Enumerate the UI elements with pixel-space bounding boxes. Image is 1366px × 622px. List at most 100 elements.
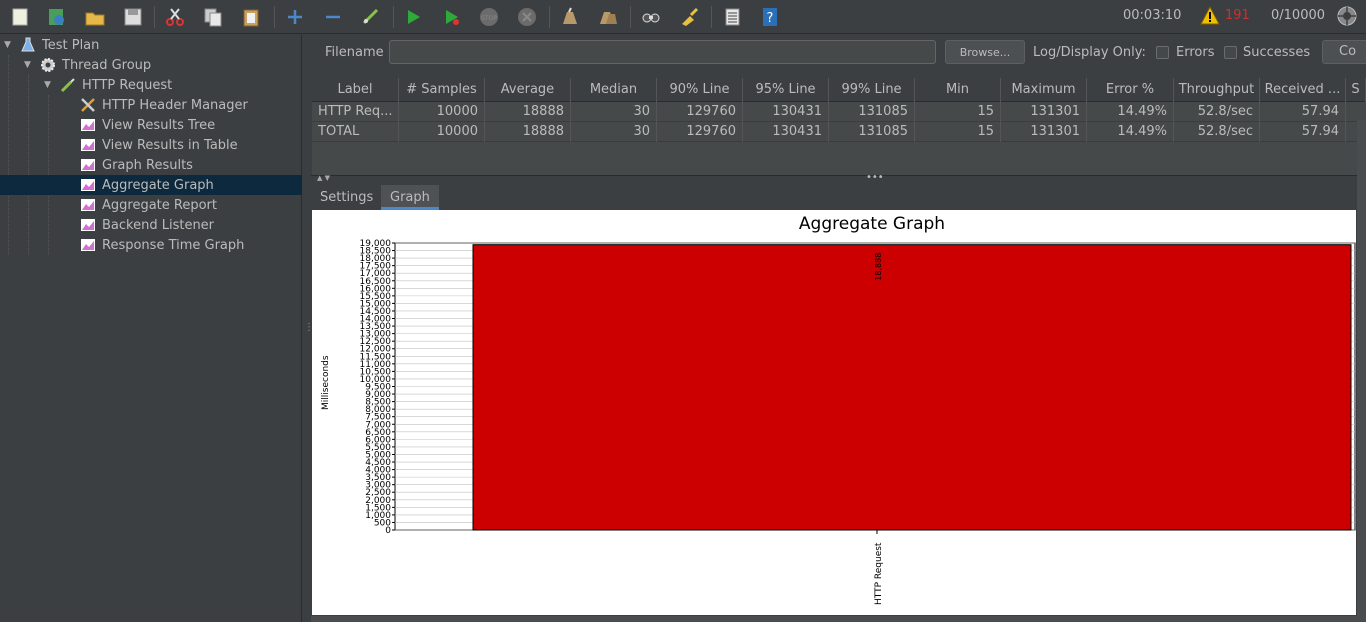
tree-item-aggregate-report[interactable]: Aggregate Report [80, 195, 217, 215]
split-dots-icon[interactable]: ••• [866, 172, 884, 183]
column-header[interactable]: 99% Line [829, 78, 915, 102]
cell-max: 131301 [1001, 102, 1087, 122]
help-icon[interactable]: ? [757, 4, 783, 30]
test-plan-tree: ▼ Test Plan ▼ Thread Group ▼ HTTP Reques… [0, 35, 302, 622]
chevron-down-icon[interactable]: ▼ [44, 80, 54, 90]
chevron-down-icon[interactable]: ▼ [24, 60, 34, 70]
successes-checkbox[interactable] [1224, 46, 1237, 59]
cell-error: 14.49% [1087, 122, 1174, 142]
column-header[interactable]: 90% Line [657, 78, 743, 102]
cut-icon[interactable] [162, 4, 188, 30]
errors-checkbox[interactable] [1156, 46, 1169, 59]
tree-item-aggregate-graph[interactable]: Aggregate Graph [0, 175, 302, 195]
copy-icon[interactable] [200, 4, 226, 30]
tree-item-response-time-graph[interactable]: Response Time Graph [80, 235, 244, 255]
column-header[interactable]: Throughput [1174, 78, 1260, 102]
shutdown-icon[interactable] [514, 4, 540, 30]
chart-icon [81, 219, 95, 231]
log-display-label: Log/Display Only: [1033, 45, 1146, 60]
flask-icon [21, 37, 35, 52]
clear-icon[interactable] [557, 4, 583, 30]
chevron-down-icon[interactable]: ▼ [4, 40, 14, 50]
tab-graph[interactable]: Graph [381, 185, 439, 210]
split-divider[interactable]: ▲ ▼ ••• [311, 172, 1366, 183]
successes-label: Successes [1243, 45, 1311, 60]
cell-throughput: 52.8/sec [1174, 102, 1260, 122]
column-header[interactable]: Received ... [1260, 78, 1346, 102]
vertical-scrollbar[interactable] [1357, 120, 1366, 622]
tree-item-http-header-manager[interactable]: HTTP Header Manager [80, 95, 248, 115]
tree-item-graph-results[interactable]: Graph Results [80, 155, 193, 175]
tree-item-label: Thread Group [62, 57, 152, 73]
search-icon[interactable] [638, 4, 664, 30]
new-icon[interactable] [7, 4, 33, 30]
toggle-icon[interactable] [358, 4, 384, 30]
chart-icon [81, 179, 95, 191]
split-arrows-icon[interactable]: ▲ ▼ [317, 174, 330, 182]
save-icon[interactable] [120, 4, 146, 30]
cell-median: 30 [571, 122, 657, 142]
tab-settings[interactable]: Settings [311, 185, 382, 210]
tree-item-thread-group[interactable]: ▼ Thread Group [24, 55, 151, 75]
tree-item-label: Aggregate Graph [102, 177, 214, 193]
warning-count[interactable]: 191 [1225, 8, 1250, 23]
column-header[interactable]: 95% Line [743, 78, 829, 102]
templates-icon[interactable] [43, 4, 69, 30]
paste-icon[interactable] [238, 4, 264, 30]
tree-item-label: HTTP Header Manager [102, 97, 248, 113]
thread-count: 0/10000 [1271, 8, 1326, 23]
configure-button[interactable]: Co [1322, 40, 1366, 64]
column-header[interactable]: Median [571, 78, 657, 102]
browse-button[interactable]: Browse... [945, 40, 1025, 64]
aggregate-graph-panel: Filename Browse... Log/Display Only: Err… [311, 35, 1366, 622]
category-label: HTTP Request [874, 542, 884, 605]
warning-icon[interactable] [1200, 6, 1220, 26]
column-header[interactable]: # Samples [399, 78, 485, 102]
cell-max: 131301 [1001, 122, 1087, 142]
tree-item-http-request[interactable]: ▼ HTTP Request [44, 75, 172, 95]
chart-icon [81, 199, 95, 211]
reset-search-icon[interactable] [676, 4, 702, 30]
cell-average: 18888 [485, 122, 571, 142]
start-icon[interactable] [400, 4, 426, 30]
filename-label: Filename [325, 45, 384, 60]
cell-samples: 10000 [399, 102, 485, 122]
tree-item-view-results-tree[interactable]: View Results Tree [80, 115, 215, 135]
cell-95-line: 130431 [743, 102, 829, 122]
cell-label: TOTAL [312, 122, 399, 142]
collapse-icon[interactable] [320, 4, 346, 30]
function-helper-icon[interactable] [719, 4, 745, 30]
column-header[interactable]: Label [312, 78, 399, 102]
tree-item-view-results-in-table[interactable]: View Results in Table [80, 135, 238, 155]
column-header[interactable]: Maximum [1001, 78, 1087, 102]
open-icon[interactable] [82, 4, 108, 30]
cell-median: 30 [571, 102, 657, 122]
chart-icon [81, 139, 95, 151]
pipette-icon [60, 78, 75, 93]
cell-95-line: 130431 [743, 122, 829, 142]
column-header[interactable]: S [1346, 78, 1366, 102]
remote-globe-icon[interactable] [1337, 6, 1357, 26]
chart-icon [81, 119, 95, 131]
filename-input[interactable] [389, 40, 936, 64]
clear-all-icon[interactable] [595, 4, 621, 30]
table-header: Label # Samples Average Median 90% Line … [312, 78, 1366, 102]
start-no-pause-icon[interactable] [438, 4, 464, 30]
file-row: Filename Browse... Log/Display Only: Err… [311, 35, 1366, 71]
column-header[interactable]: Min [915, 78, 1001, 102]
errors-label: Errors [1176, 45, 1215, 60]
cell-min: 15 [915, 102, 1001, 122]
column-header[interactable]: Error % [1087, 78, 1174, 102]
tree-item-test-plan[interactable]: ▼ Test Plan [4, 35, 99, 55]
table-row[interactable]: TOTAL 10000 18888 30 129760 130431 13108… [312, 122, 1366, 142]
stop-icon[interactable]: STOP [476, 4, 502, 30]
cell-samples: 10000 [399, 122, 485, 142]
cell-99-line: 131085 [829, 122, 915, 142]
column-header[interactable]: Average [485, 78, 571, 102]
gear-icon [41, 58, 55, 72]
tree-item-backend-listener[interactable]: Backend Listener [80, 215, 214, 235]
expand-icon[interactable] [282, 4, 308, 30]
table-row[interactable]: HTTP Req... 10000 18888 30 129760 130431… [312, 102, 1366, 122]
tree-item-label: HTTP Request [82, 77, 173, 93]
horizontal-scrollbar[interactable] [311, 616, 1357, 622]
